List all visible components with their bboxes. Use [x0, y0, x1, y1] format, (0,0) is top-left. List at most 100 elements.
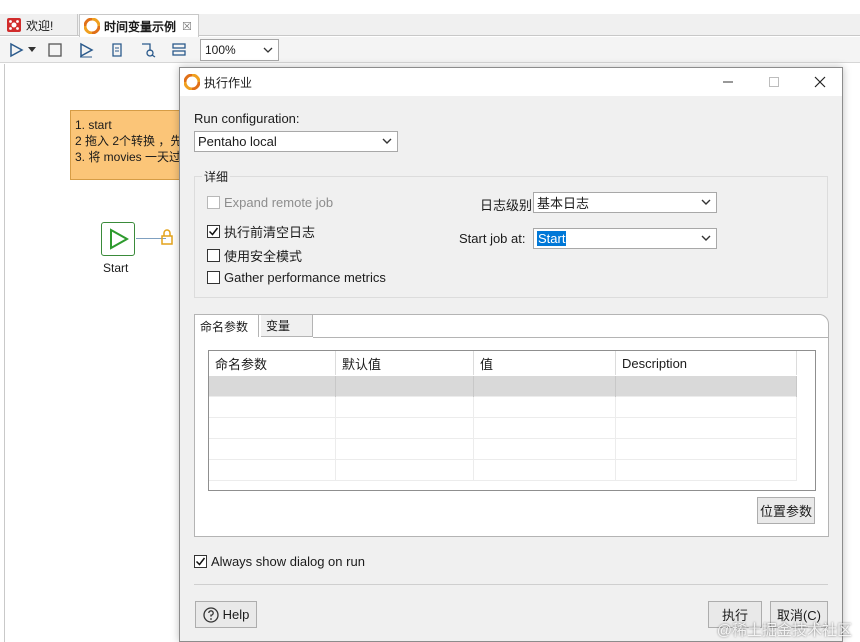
clear-log-checkbox[interactable]: 执行前清空日志	[207, 222, 315, 241]
table-cell[interactable]	[474, 460, 616, 481]
column-header[interactable]: Description	[616, 351, 797, 375]
search-file-icon[interactable]	[138, 40, 158, 60]
table-cell[interactable]	[209, 376, 336, 397]
parameters-tab-folder: 命名参数 变量 命名参数 默认值 值 Description 位置参数	[194, 314, 829, 537]
table-row[interactable]	[209, 439, 797, 460]
layout-icon[interactable]	[169, 40, 189, 60]
tab-variables-label: 变量	[266, 319, 291, 333]
note-line: 3. 将 movies 一天过	[75, 150, 182, 164]
table-row[interactable]	[209, 418, 797, 439]
gather-metrics-label: Gather performance metrics	[224, 270, 386, 285]
welcome-icon	[6, 17, 22, 33]
run-job-dialog: 执行作业 Run configuration: Pentaho local 详细…	[179, 67, 843, 642]
table-cell[interactable]	[209, 418, 336, 439]
tab-welcome[interactable]: 欢迎!	[2, 14, 78, 36]
expand-remote-job-label: Expand remote job	[224, 195, 334, 210]
start-job-select[interactable]: Start	[533, 228, 717, 249]
position-parameters-label: 位置参数	[759, 504, 812, 519]
safe-mode-checkbox[interactable]: 使用安全模式	[207, 246, 302, 265]
tab-variables[interactable]: 变量	[261, 315, 313, 337]
start-node-label: Start	[103, 261, 129, 275]
table-cell[interactable]	[616, 418, 797, 439]
column-header[interactable]: 默认值	[336, 351, 474, 375]
checkbox-box	[207, 271, 220, 284]
details-group-title: 详细	[202, 168, 231, 185]
table-cell[interactable]	[616, 460, 797, 481]
checkbox-box	[207, 249, 220, 262]
table-cell[interactable]	[336, 418, 474, 439]
log-level-value: 基本日志	[537, 196, 590, 211]
table-row[interactable]	[209, 460, 797, 481]
table-cell[interactable]	[336, 439, 474, 460]
run-options-chevron-icon[interactable]	[26, 40, 38, 60]
start-job-value: Start	[537, 231, 567, 246]
position-parameters-button[interactable]: 位置参数	[757, 497, 815, 524]
close-tab-icon[interactable]: ☒	[182, 20, 192, 33]
table-cell[interactable]	[616, 397, 797, 418]
table-cell[interactable]	[474, 397, 616, 418]
tab-job-label: 时间变量示例	[104, 19, 177, 34]
preview-icon[interactable]	[76, 40, 96, 60]
watermark: @稀土掘金技术社区	[716, 622, 852, 639]
chevron-down-icon	[381, 135, 393, 147]
table-cell[interactable]	[616, 376, 797, 397]
close-icon[interactable]	[797, 68, 843, 96]
table-cell[interactable]	[209, 439, 336, 460]
job-icon	[83, 17, 101, 35]
start-node[interactable]	[101, 222, 135, 256]
zoom-select[interactable]: 100%	[200, 39, 279, 61]
help-icon	[202, 606, 219, 623]
dialog-titlebar[interactable]: 执行作业	[180, 68, 842, 96]
checkbox-box	[207, 196, 220, 209]
gather-metrics-checkbox[interactable]: Gather performance metrics	[207, 270, 386, 285]
stop-icon[interactable]	[45, 40, 65, 60]
main-toolbar: 100%	[0, 37, 860, 63]
table-cell[interactable]	[209, 397, 336, 418]
parameters-table[interactable]: 命名参数 默认值 值 Description	[208, 350, 816, 491]
clear-log-label: 执行前清空日志	[224, 225, 316, 240]
note-line: 1. start	[75, 118, 112, 132]
table-cell[interactable]	[474, 376, 616, 397]
table-cell[interactable]	[336, 397, 474, 418]
start-job-label: Start job at:	[459, 231, 526, 246]
table-cell[interactable]	[474, 418, 616, 439]
table-row[interactable]	[209, 376, 797, 397]
run-config-label: Run configuration:	[194, 111, 300, 126]
always-show-label: Always show dialog on run	[211, 554, 365, 569]
table-cell[interactable]	[616, 439, 797, 460]
tab-named-parameters[interactable]: 命名参数	[195, 315, 259, 337]
lock-icon	[160, 229, 174, 248]
column-header[interactable]: 命名参数	[209, 351, 336, 375]
expand-remote-job-checkbox[interactable]: Expand remote job	[207, 195, 333, 210]
safe-mode-label: 使用安全模式	[224, 249, 303, 264]
tab-divider	[313, 337, 829, 338]
footer-separator	[194, 584, 828, 585]
editor-tab-bar: 欢迎! 时间变量示例 ☒	[0, 14, 860, 37]
script-icon[interactable]	[107, 40, 127, 60]
table-cell[interactable]	[474, 439, 616, 460]
table-row[interactable]	[209, 397, 797, 418]
maximize-icon[interactable]	[751, 68, 797, 96]
chevron-down-icon	[700, 232, 712, 244]
run-icon[interactable]	[6, 40, 26, 60]
minimize-icon[interactable]	[705, 68, 751, 96]
chevron-down-icon	[700, 196, 712, 208]
start-play-icon	[110, 228, 129, 250]
chevron-down-icon	[263, 44, 273, 58]
help-button[interactable]: Help	[195, 601, 257, 628]
table-cell[interactable]	[209, 460, 336, 481]
tab-named-parameters-label: 命名参数	[200, 319, 249, 334]
column-header[interactable]: 值	[474, 351, 616, 375]
help-label: Help	[222, 607, 250, 622]
job-icon	[183, 73, 201, 91]
canvas-note[interactable]: 1. start 2 拖入 2个转换 ，先 3. 将 movies 一天过	[70, 110, 190, 180]
tab-welcome-label: 欢迎!	[26, 18, 54, 33]
checkmark-icon	[194, 555, 207, 568]
table-cell[interactable]	[336, 376, 474, 397]
table-cell[interactable]	[336, 460, 474, 481]
log-level-select[interactable]: 基本日志	[533, 192, 717, 213]
checkmark-icon	[207, 225, 220, 238]
run-config-select[interactable]: Pentaho local	[194, 131, 398, 152]
tab-job[interactable]: 时间变量示例 ☒	[79, 14, 199, 37]
always-show-checkbox[interactable]: Always show dialog on run	[194, 554, 365, 569]
